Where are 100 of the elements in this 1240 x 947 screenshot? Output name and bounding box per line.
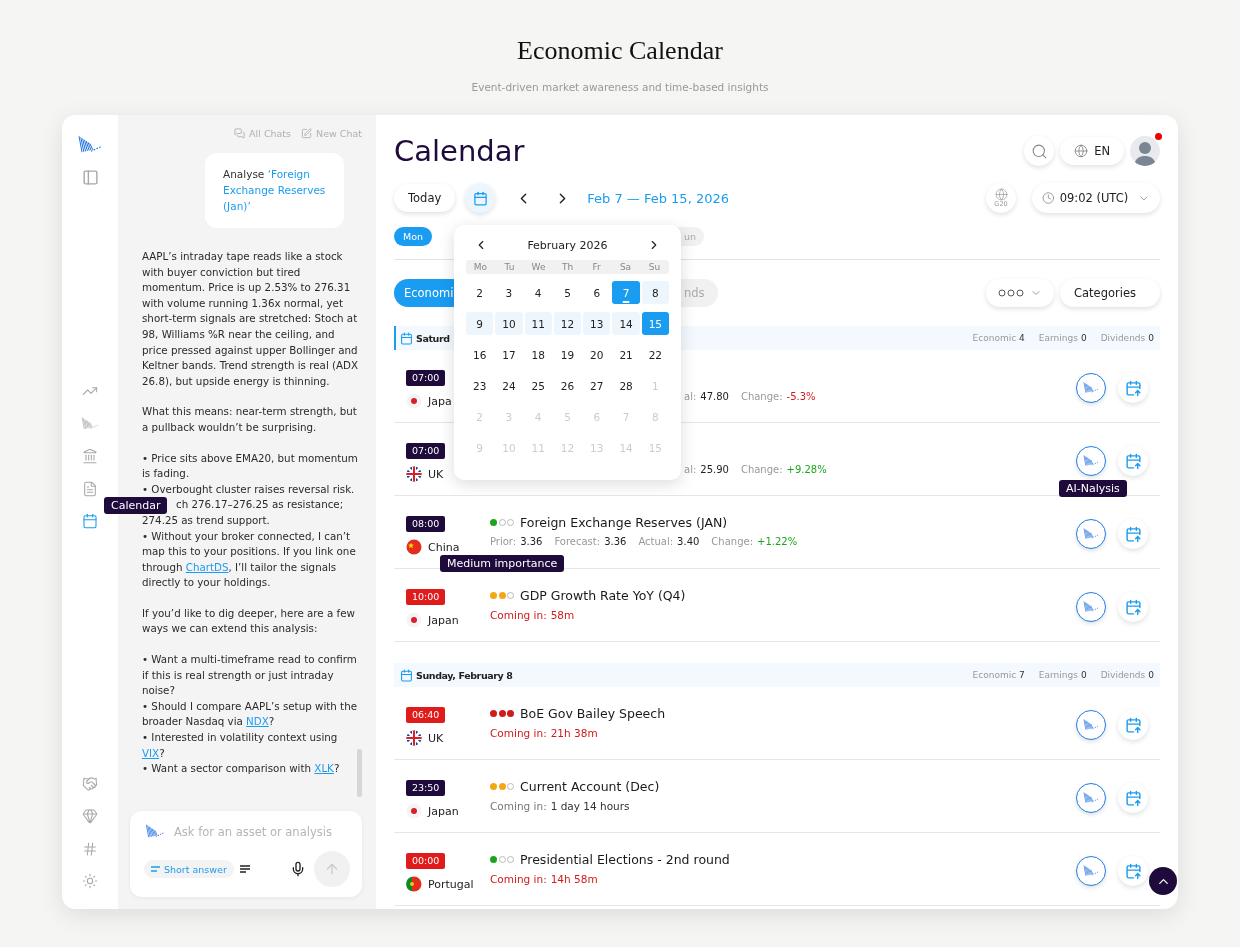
calendar-arrow-icon [1124, 452, 1142, 470]
add-to-calendar-button[interactable] [1118, 446, 1148, 476]
day-title: Sunday, February 8 [416, 669, 513, 681]
ai-analysis-button[interactable] [1076, 710, 1106, 740]
ai-analysis-button[interactable] [1076, 783, 1106, 813]
calendar-day[interactable]: 9 [466, 312, 494, 335]
country-name: UK [428, 467, 444, 481]
circles-icon [998, 289, 1024, 297]
globe-icon [1074, 144, 1089, 158]
calendar-day[interactable]: 11 [524, 312, 552, 335]
weekday-label: Th [560, 262, 575, 272]
calendar-day[interactable]: 13 [583, 312, 611, 335]
calendar-day[interactable]: 5 [553, 281, 582, 304]
microphone-icon [290, 861, 306, 877]
weekday-label: Sa [618, 262, 633, 272]
timezone-dropdown[interactable]: 09:02 (UTC) [1032, 183, 1160, 213]
language-button[interactable]: EN [1060, 137, 1124, 165]
calendar-day[interactable]: 26 [553, 374, 582, 397]
event-metric: al: 25.90 [684, 464, 729, 475]
tooltip: Medium importance [440, 555, 565, 572]
today-button[interactable]: Today [394, 184, 456, 212]
weekday-label: Tu [503, 262, 516, 272]
scroll-top-button[interactable] [1149, 867, 1177, 895]
event-row[interactable]: 06:40 UK BoE Gov Bailey Speech Coming in: 21h 38m [394, 687, 1160, 760]
calendar-day[interactable]: 8 [641, 281, 669, 304]
calendar-arrow-icon [1124, 379, 1142, 397]
message-paragraph: What this means: near-term strength, but a pullback wouldn’t be surprising. [142, 404, 358, 435]
calendar-day[interactable]: 6 [583, 281, 611, 304]
calendar-day[interactable]: 12 [553, 312, 582, 335]
importance-filter[interactable] [986, 279, 1054, 307]
clock-icon [1042, 191, 1055, 205]
categories-button[interactable]: Categories [1060, 279, 1160, 307]
message-paragraph: 274.25 as trend support. [142, 512, 271, 528]
calendar-arrow-icon [1124, 598, 1142, 616]
bank-icon [82, 448, 98, 464]
calendar-day[interactable]: 14 [612, 312, 640, 335]
calendar-day[interactable]: 24 [495, 374, 523, 397]
event-metric: Change: +9.28% [740, 464, 827, 475]
add-to-calendar-button[interactable] [1118, 519, 1148, 549]
lines-icon[interactable] [239, 865, 250, 873]
sun-icon [82, 873, 98, 889]
search-button[interactable] [1024, 136, 1055, 166]
calendar-arrow-icon [1124, 789, 1142, 807]
calendar-day[interactable]: 4 [524, 281, 552, 304]
calendar-day[interactable]: 10 [495, 312, 523, 335]
ai-analysis-button[interactable] [1076, 446, 1106, 476]
country-name: Japan [428, 613, 459, 627]
add-to-calendar-button[interactable] [1118, 373, 1148, 403]
message-paragraph: • Interested in volatility context using VIX? [142, 730, 339, 761]
event-count: Dividends 0 [1100, 670, 1154, 680]
time-badge: 23:50 [406, 780, 446, 796]
event-row[interactable]: 00:00 Portugal Presidential Elections - 2nd round Coming in: 14h 58m [394, 833, 1160, 906]
calendar-icon [400, 331, 413, 345]
event-metric: Change: +1.22% [711, 536, 798, 547]
add-to-calendar-button[interactable] [1118, 783, 1148, 813]
logo-icon [1082, 453, 1100, 469]
ai-analysis-button[interactable] [1076, 519, 1106, 549]
avatar[interactable] [1130, 136, 1160, 166]
message-paragraph: • Should I compare AAPL’s setup with the broader Nasdaq via NDX? [142, 698, 358, 730]
page-subtitle: Event-driven market awareness and time-based insights [471, 81, 769, 93]
empty-dot-icon [507, 782, 514, 790]
country-name: Japan [428, 804, 459, 818]
ai-analysis-button[interactable] [1076, 592, 1106, 622]
logo-icon [1082, 526, 1100, 542]
scroll-thumb[interactable] [357, 749, 362, 797]
calendar-day[interactable]: 28 [612, 374, 640, 397]
chat-bubbles-icon [234, 128, 246, 139]
ai-analysis-button[interactable] [1076, 856, 1106, 886]
weekday-label: Mo [472, 262, 489, 272]
ai-analysis-button[interactable] [1076, 373, 1106, 403]
add-to-calendar-button[interactable] [1118, 592, 1148, 622]
message-paragraph: • Without your broker connected, I can’t map this to your positions. If you link one through ChartDS, I’ll tailor the signals directly to your holdings. [142, 528, 357, 591]
time-badge: 06:40 [406, 707, 446, 723]
countdown: Coming in: 14h 58m [490, 873, 599, 885]
logo-icon [1082, 863, 1100, 879]
country-name: UK [428, 731, 444, 745]
microphone-button[interactable] [290, 861, 306, 877]
country-name: China [428, 540, 460, 554]
event-title: Current Account (Dec) [520, 778, 660, 794]
calendar-day[interactable]: 23 [466, 374, 494, 397]
calendar-icon [472, 190, 488, 206]
weekday-label: Fr [591, 262, 602, 272]
date-range: Feb 7 — Feb 15, 2026 [587, 190, 729, 206]
pen-square-icon [301, 128, 313, 139]
weekday-label: Su [647, 262, 662, 272]
event-metric: al: 47.80 [684, 391, 729, 402]
event-row[interactable]: 23:50 Japan Current Account (Dec) Coming in: 1 day 14 hours [394, 760, 1160, 833]
calendar-day[interactable]: 3 [495, 281, 523, 304]
country-name: Portugal [428, 877, 474, 891]
time-badge: 10:00 [406, 589, 446, 605]
calendar-icon [400, 668, 413, 682]
calendar-day[interactable]: 25 [524, 374, 552, 397]
time-badge: 00:00 [406, 853, 446, 869]
date-picker-button[interactable] [465, 183, 496, 213]
add-to-calendar-button[interactable] [1118, 710, 1148, 740]
countdown: Coming in: 58m [490, 609, 576, 621]
message-paragraph: • Price sits above EMA20, but momentum is fading. [142, 450, 359, 482]
calendar-day[interactable]: 27 [583, 374, 611, 397]
calendar-icon [82, 513, 98, 529]
time-badge: 07:00 [406, 443, 446, 459]
